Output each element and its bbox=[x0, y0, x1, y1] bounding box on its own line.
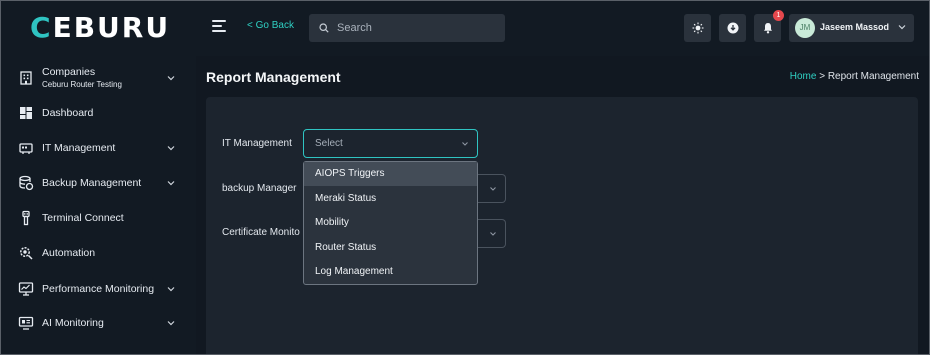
it-management-select-value: Select bbox=[315, 138, 343, 149]
chevron-down-icon bbox=[167, 321, 175, 326]
breadcrumb-separator: > bbox=[819, 71, 826, 82]
breadcrumb-home-link[interactable]: Home bbox=[790, 71, 817, 82]
plug-icon bbox=[22, 210, 30, 226]
monitor-chart-icon bbox=[18, 282, 34, 296]
search-icon bbox=[319, 23, 329, 33]
chevron-down-icon bbox=[490, 187, 496, 191]
sidebar-item-it-management[interactable]: IT Management bbox=[18, 138, 183, 158]
menu-toggle-icon[interactable] bbox=[212, 20, 226, 34]
dropdown-option-router-status[interactable]: Router Status bbox=[304, 236, 477, 260]
sidebar-item-ai-monitoring[interactable]: AI Monitoring bbox=[18, 313, 183, 333]
sidebar-item-dashboard[interactable]: Dashboard bbox=[18, 103, 183, 123]
sidebar-item-label: AI Monitoring bbox=[42, 317, 104, 329]
certificate-monitoring-select[interactable] bbox=[478, 219, 506, 248]
dropdown-option-log-management[interactable]: Log Management bbox=[304, 260, 477, 284]
search-box[interactable] bbox=[309, 14, 505, 42]
sidebar-item-label: Backup Management bbox=[42, 177, 142, 189]
dropdown-option-meraki-status[interactable]: Meraki Status bbox=[304, 187, 477, 211]
dropdown-option-mobility[interactable]: Mobility bbox=[304, 211, 477, 235]
chevron-down-icon bbox=[167, 287, 175, 292]
logo-rest: EBURU bbox=[52, 11, 171, 44]
backup-management-select[interactable] bbox=[478, 174, 506, 203]
search-input[interactable] bbox=[337, 20, 497, 36]
sidebar-item-label: Terminal Connect bbox=[42, 212, 124, 224]
chevron-down-icon bbox=[490, 232, 496, 236]
sidebar-item-label: IT Management bbox=[42, 142, 116, 154]
sidebar-item-backup-management[interactable]: Backup Management bbox=[18, 173, 183, 193]
avatar: JM bbox=[795, 18, 815, 38]
bell-icon bbox=[763, 23, 772, 34]
go-back-link[interactable]: < Go Back bbox=[247, 20, 294, 31]
sidebar-item-label: Automation bbox=[42, 247, 96, 259]
sun-icon bbox=[692, 22, 703, 34]
certificate-monitoring-label: Certificate Monito bbox=[222, 227, 300, 238]
it-management-label: IT Management bbox=[222, 138, 292, 149]
sidebar: Companies Ceburu Router Testing Dashboar… bbox=[0, 56, 196, 355]
sidebar-item-label: Companies bbox=[42, 66, 96, 78]
building-icon bbox=[20, 71, 32, 85]
top-bar: CEBURU < Go Back 1 bbox=[0, 0, 930, 56]
user-menu-button[interactable]: JM Jaseem Massod bbox=[789, 14, 914, 42]
download-icon bbox=[727, 22, 738, 34]
chevron-down-icon bbox=[167, 76, 175, 81]
chevron-down-icon bbox=[462, 142, 468, 146]
it-management-select[interactable]: Select bbox=[303, 129, 478, 158]
it-management-dropdown-menu: AIOPS Triggers Meraki Status Mobility Ro… bbox=[303, 161, 478, 285]
sidebar-item-label: Dashboard bbox=[42, 107, 94, 119]
automation-gear-icon bbox=[20, 247, 33, 260]
breadcrumb-current: Report Management bbox=[827, 71, 919, 82]
chevron-down-icon bbox=[898, 25, 906, 30]
notification-count-badge: 1 bbox=[773, 10, 784, 21]
sidebar-item-automation[interactable]: Automation bbox=[18, 243, 183, 263]
network-device-icon bbox=[19, 143, 33, 154]
user-name: Jaseem Massod bbox=[820, 22, 890, 32]
sidebar-item-companies[interactable]: Companies Ceburu Router Testing bbox=[18, 66, 183, 89]
chevron-down-icon bbox=[167, 181, 175, 186]
download-button[interactable] bbox=[719, 14, 746, 42]
sidebar-item-label: Performance Monitoring bbox=[42, 283, 155, 295]
company-name: Ceburu Router Testing bbox=[42, 80, 122, 89]
chevron-down-icon bbox=[167, 146, 175, 151]
backup-management-label: backup Manager bbox=[222, 183, 297, 194]
breadcrumb: Home > Report Management bbox=[790, 71, 919, 82]
database-backup-icon bbox=[19, 175, 34, 191]
dashboard-icon bbox=[20, 107, 32, 119]
theme-toggle-button[interactable] bbox=[684, 14, 711, 42]
ceburu-logo[interactable]: CEBURU bbox=[30, 13, 170, 43]
sidebar-item-performance-monitoring[interactable]: Performance Monitoring bbox=[18, 279, 183, 299]
dropdown-option-aiops-triggers[interactable]: AIOPS Triggers bbox=[304, 162, 477, 186]
page-title: Report Management bbox=[206, 69, 341, 85]
ai-monitor-icon bbox=[18, 316, 34, 330]
sidebar-item-terminal-connect[interactable]: Terminal Connect bbox=[18, 208, 183, 228]
